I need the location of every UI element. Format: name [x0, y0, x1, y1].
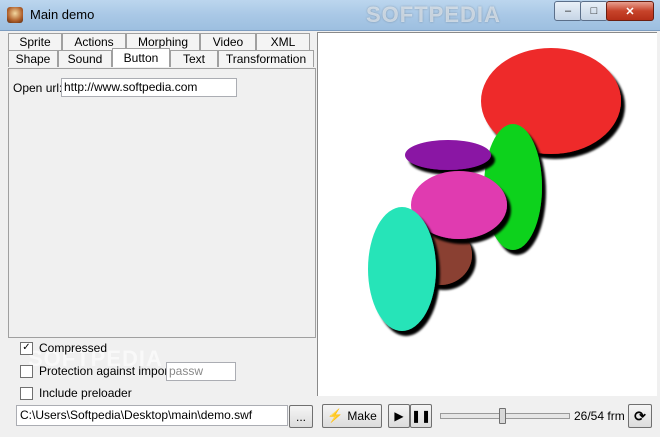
tab-xml[interactable]: XML — [256, 33, 310, 50]
button-tab-panel: Open url: http://www.softpedia.com — [8, 68, 316, 338]
watermark: SOFTPEDIA — [366, 2, 501, 27]
compressed-checkbox[interactable]: ✓ — [20, 341, 33, 355]
tab-sound[interactable]: Sound — [58, 50, 112, 67]
title-bar: Main demo SOFTPEDIA – □ ✕ — [0, 0, 660, 31]
maximize-button[interactable]: □ — [580, 1, 608, 21]
tab-text[interactable]: Text — [170, 50, 218, 67]
loop-icon: ⟳ — [634, 407, 646, 424]
tab-shape[interactable]: Shape — [8, 50, 58, 67]
tab-sprite[interactable]: Sprite — [8, 33, 62, 50]
browse-button[interactable]: ... — [289, 405, 313, 428]
minimize-button[interactable]: – — [554, 1, 582, 21]
loop-button[interactable]: ⟳ — [628, 404, 652, 428]
close-button[interactable]: ✕ — [606, 1, 654, 21]
pause-button[interactable]: ❚❚ — [410, 404, 432, 428]
preloader-option[interactable]: Include preloader — [20, 386, 132, 400]
tab-button[interactable]: Button — [112, 48, 170, 67]
window-title: Main demo — [30, 7, 95, 22]
preloader-checkbox[interactable] — [20, 386, 33, 400]
frame-slider-thumb[interactable] — [498, 408, 506, 424]
preloader-label: Include preloader — [39, 386, 132, 400]
tab-transformation[interactable]: Transformation — [218, 50, 314, 67]
lightning-icon: ⚡ — [327, 408, 344, 423]
preview-svg — [368, 48, 621, 331]
teal-ellipse — [368, 207, 436, 331]
make-button[interactable]: ⚡ Make — [322, 404, 382, 428]
compressed-label: Compressed — [39, 341, 108, 355]
make-label: Make — [347, 409, 377, 423]
preview-canvas — [317, 32, 657, 396]
tab-row-front: Shape Sound Button Text Transformation — [8, 48, 314, 67]
protection-option[interactable]: Protection against import — [20, 364, 172, 378]
compressed-option[interactable]: ✓ Compressed — [20, 341, 107, 355]
purple-ellipse — [405, 140, 491, 170]
protection-checkbox[interactable] — [20, 364, 33, 378]
frame-counter: 26/54 frm — [574, 409, 625, 423]
tab-video[interactable]: Video — [200, 33, 256, 50]
open-url-label: Open url: — [13, 81, 63, 95]
play-icon: ▶ — [394, 409, 404, 423]
app-icon — [7, 7, 23, 23]
output-path-input[interactable]: C:\Users\Softpedia\Desktop\main\demo.swf — [16, 405, 288, 426]
play-button[interactable]: ▶ — [388, 404, 410, 428]
pause-icon: ❚❚ — [410, 409, 432, 423]
password-input[interactable]: passw — [166, 362, 236, 381]
open-url-input[interactable]: http://www.softpedia.com — [61, 78, 237, 97]
protection-label: Protection against import — [39, 364, 172, 378]
